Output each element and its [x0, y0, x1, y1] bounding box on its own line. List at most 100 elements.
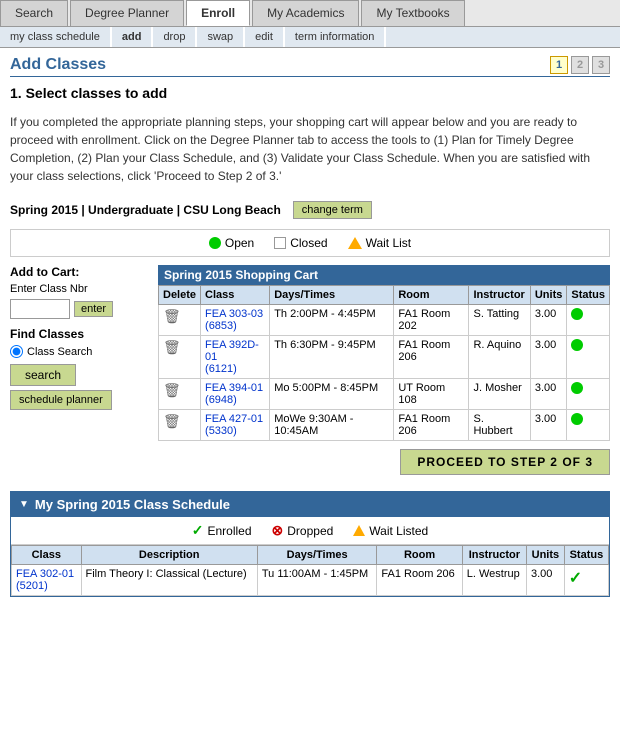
schedule-table: Class Description Days/Times Room Instru… — [11, 545, 609, 596]
class-nbr-input[interactable] — [10, 299, 70, 319]
sub-tab-term-information[interactable]: term information — [285, 27, 386, 47]
class-search-radio[interactable] — [10, 345, 23, 358]
enrolled-icon: ✓ — [192, 522, 204, 539]
trash-icon[interactable]: 🗑 — [163, 413, 181, 429]
sub-tab-swap[interactable]: swap — [197, 27, 245, 47]
search-button[interactable]: search — [10, 364, 76, 386]
open-icon — [209, 237, 221, 249]
cart-row-units: 3.00 — [530, 410, 567, 441]
col-delete: Delete — [159, 286, 201, 305]
sched-row-units: 3.00 — [526, 565, 564, 596]
proceed-row: PROCEED TO STEP 2 OF 3 — [10, 441, 610, 483]
closed-label: Closed — [290, 236, 327, 250]
enter-class-nbr-label: Enter Class Nbr — [10, 283, 150, 295]
tab-enroll[interactable]: Enroll — [186, 0, 250, 26]
status-legend: Open Closed Wait List — [10, 229, 610, 257]
sched-col-status: Status — [564, 546, 608, 565]
cart-row-days-times: MoWe 9:30AM - 10:45AM — [270, 410, 394, 441]
waitlist-label: Wait List — [366, 236, 412, 250]
trash-icon[interactable]: 🗑 — [163, 308, 181, 324]
cart-table: Delete Class Days/Times Room Instructor … — [158, 285, 610, 441]
cart-row-class: FEA 427-01(5330) — [201, 410, 270, 441]
legend-closed: Closed — [274, 236, 327, 250]
step-header: 1. Select classes to add — [10, 85, 610, 101]
col-instructor: Instructor — [469, 286, 530, 305]
sched-col-instructor: Instructor — [462, 546, 526, 565]
legend-enrolled: ✓ Enrolled — [192, 522, 252, 539]
dropped-icon: ⊗ — [272, 522, 284, 539]
tab-degree-planner[interactable]: Degree Planner — [70, 0, 184, 26]
schedule-row: FEA 302-01(5201) Film Theory I: Classica… — [12, 565, 609, 596]
sched-col-units: Units — [526, 546, 564, 565]
cart-row-days-times: Th 2:00PM - 4:45PM — [270, 305, 394, 336]
dropped-label: Dropped — [287, 524, 333, 538]
sched-col-class: Class — [12, 546, 82, 565]
tab-search[interactable]: Search — [0, 0, 68, 26]
class-link[interactable]: FEA 394-01(6948) — [205, 382, 263, 406]
enrolled-checkmark-icon: ✓ — [569, 570, 582, 587]
class-schedule-section: ▼ My Spring 2015 Class Schedule ✓ Enroll… — [10, 491, 610, 597]
change-term-button[interactable]: change term — [293, 201, 372, 219]
class-link[interactable]: FEA 303-03(6853) — [205, 308, 263, 332]
cart-row-days-times: Mo 5:00PM - 8:45PM — [270, 379, 394, 410]
sub-tab-edit[interactable]: edit — [245, 27, 285, 47]
class-search-label: Class Search — [27, 346, 92, 358]
proceed-button[interactable]: PROCEED TO STEP 2 OF 3 — [400, 449, 610, 475]
cart-row-room: UT Room 108 — [394, 379, 469, 410]
enrolled-label: Enrolled — [208, 524, 252, 538]
cart-table-header: Delete Class Days/Times Room Instructor … — [159, 286, 610, 305]
cart-row-delete[interactable]: 🗑 — [159, 379, 201, 410]
page-title-row: Add Classes 1 2 3 — [10, 56, 610, 77]
legend-dropped: ⊗ Dropped — [272, 522, 334, 539]
cart-row-room: FA1 Room 202 — [394, 305, 469, 336]
closed-icon — [274, 237, 286, 249]
cart-row: 🗑 FEA 303-03(6853) Th 2:00PM - 4:45PM FA… — [159, 305, 610, 336]
cart-row-delete[interactable]: 🗑 — [159, 336, 201, 379]
class-link[interactable]: FEA 392D-01(6121) — [205, 339, 259, 375]
tab-my-academics[interactable]: My Academics — [252, 0, 359, 26]
shopping-cart: Spring 2015 Shopping Cart Delete Class D… — [158, 265, 610, 441]
sub-tab-add[interactable]: add — [112, 27, 154, 47]
cart-row-instructor: S. Tatting — [469, 305, 530, 336]
left-panel: Add to Cart: Enter Class Nbr enter Find … — [10, 265, 150, 441]
trash-icon[interactable]: 🗑 — [163, 382, 181, 398]
schedule-planner-button[interactable]: schedule planner — [10, 390, 112, 410]
col-days-times: Days/Times — [270, 286, 394, 305]
sched-col-desc: Description — [81, 546, 257, 565]
cart-row-status — [567, 336, 610, 379]
cart-row-class: FEA 394-01(6948) — [201, 379, 270, 410]
trash-icon[interactable]: 🗑 — [163, 339, 181, 355]
waitlisted-icon — [353, 525, 365, 536]
step-1: 1 — [550, 56, 568, 74]
term-info: Spring 2015 | Undergraduate | CSU Long B… — [10, 201, 610, 219]
col-room: Room — [394, 286, 469, 305]
sched-row-room: FA1 Room 206 — [377, 565, 462, 596]
cart-title: Spring 2015 Shopping Cart — [158, 265, 610, 285]
status-open-icon — [571, 308, 583, 320]
tab-my-textbooks[interactable]: My Textbooks — [361, 0, 464, 26]
sub-tab-drop[interactable]: drop — [153, 27, 197, 47]
sched-col-room: Room — [377, 546, 462, 565]
cart-row-instructor: R. Aquino — [469, 336, 530, 379]
cart-row-delete[interactable]: 🗑 — [159, 305, 201, 336]
sched-class-link[interactable]: FEA 302-01(5201) — [16, 568, 74, 592]
enter-button[interactable]: enter — [74, 301, 113, 317]
cart-row-units: 3.00 — [530, 336, 567, 379]
legend-waitlisted: Wait Listed — [353, 524, 428, 538]
sched-col-days: Days/Times — [257, 546, 377, 565]
class-link[interactable]: FEA 427-01(5330) — [205, 413, 263, 437]
info-text: If you completed the appropriate plannin… — [10, 109, 610, 189]
col-class: Class — [201, 286, 270, 305]
term-text: Spring 2015 | Undergraduate | CSU Long B… — [10, 203, 281, 217]
status-open-icon — [571, 382, 583, 394]
status-open-icon — [571, 413, 583, 425]
cart-row-class: FEA 392D-01(6121) — [201, 336, 270, 379]
cart-row-status — [567, 379, 610, 410]
sched-row-instructor: L. Westrup — [462, 565, 526, 596]
cart-row-delete[interactable]: 🗑 — [159, 410, 201, 441]
sched-row-days: Tu 11:00AM - 1:45PM — [257, 565, 377, 596]
sub-tab-my-class-schedule[interactable]: my class schedule — [0, 27, 112, 47]
schedule-legend: ✓ Enrolled ⊗ Dropped Wait Listed — [11, 517, 609, 545]
cart-row-units: 3.00 — [530, 379, 567, 410]
sched-row-desc: Film Theory I: Classical (Lecture) — [81, 565, 257, 596]
